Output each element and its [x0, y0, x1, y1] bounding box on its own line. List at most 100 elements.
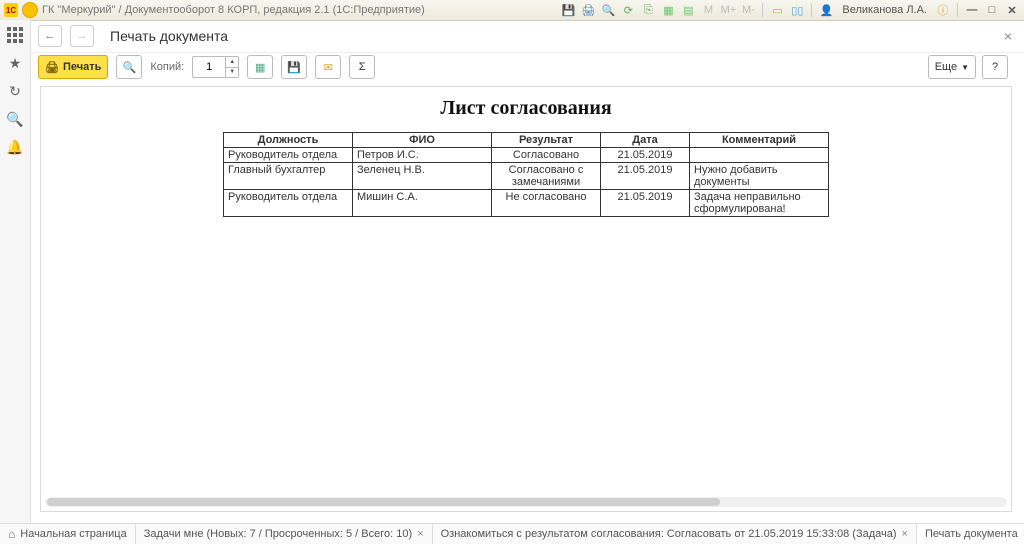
col-comment: Комментарий [690, 133, 829, 148]
cell-date: 21.05.2019 [601, 148, 690, 163]
title-bar: 1C ГК "Меркурий" / Документооборот 8 КОР… [0, 0, 1024, 21]
preview-button[interactable]: 🔍 [116, 55, 142, 79]
cell-fio: Зеленец Н.В. [353, 163, 492, 190]
document-pane: Лист согласования Должность ФИО Результа… [40, 86, 1012, 512]
user-icon: 👤 [818, 2, 834, 18]
print-button-label: Печать [63, 61, 101, 73]
help-button[interactable]: ? [982, 55, 1008, 79]
titlebar-tools: 💾 🖨 🔍 ⟳ ⎘ ▦ ▤ M M+ M- ▭ ▯▯ 👤 Великанова … [560, 2, 1020, 18]
toolbar: 🖨 Печать 🔍 Копий: ▲ ▼ ▦ 💾 ✉ Σ Еще ▼ ? [30, 52, 1016, 82]
table-header-row: Должность ФИО Результат Дата Комментарий [224, 133, 829, 148]
panel-icon[interactable]: ▯▯ [789, 2, 805, 18]
m-minus-icon[interactable]: M- [740, 2, 756, 18]
cell-comment: Задача неправильно сформулирована! [690, 190, 829, 217]
more-button-label: Еще [935, 61, 957, 73]
cell-date: 21.05.2019 [601, 190, 690, 217]
cell-fio: Петров И.С. [353, 148, 492, 163]
nav-back-button[interactable]: ← [38, 25, 62, 47]
tab-print-label: Печать документа [925, 528, 1018, 540]
tab-tasks[interactable]: Задачи мне (Новых: 7 / Просроченных: 5 /… [136, 524, 433, 544]
table-row: Руководитель отдела Петров И.С. Согласов… [224, 148, 829, 163]
cell-fio: Мишин С.А. [353, 190, 492, 217]
link-icon[interactable]: ⎘ [640, 2, 656, 18]
cell-result: Не согласовано [492, 190, 601, 217]
approval-table: Должность ФИО Результат Дата Комментарий… [223, 132, 829, 217]
cell-date: 21.05.2019 [601, 163, 690, 190]
table-settings-icon: ▦ [255, 61, 265, 74]
page-close-button[interactable]: × [1000, 28, 1016, 44]
refresh-icon[interactable]: ⟳ [620, 2, 636, 18]
cell-result: Согласовано с замечаниями [492, 163, 601, 190]
copies-spinner[interactable]: ▲ ▼ [226, 56, 239, 78]
m-icon[interactable]: M [700, 2, 716, 18]
copies-label: Копий: [150, 61, 184, 73]
history-icon[interactable]: ↻ [6, 82, 24, 100]
window-tabs: ⌂ Начальная страница Задачи мне (Новых: … [0, 523, 1024, 544]
cell-result: Согласовано [492, 148, 601, 163]
close-button[interactable]: ✕ [1004, 3, 1020, 17]
sections-grid-icon[interactable] [6, 26, 24, 44]
tab-print[interactable]: Печать документа × [917, 524, 1024, 544]
col-result: Результат [492, 133, 601, 148]
cell-position: Руководитель отдела [224, 148, 353, 163]
search-icon[interactable]: 🔍 [6, 110, 24, 128]
col-fio: ФИО [353, 133, 492, 148]
page-title: Печать документа [110, 28, 228, 44]
page-header: ← → Печать документа × [30, 20, 1024, 53]
magnifier-icon: 🔍 [123, 61, 137, 74]
cell-position: Главный бухгалтер [224, 163, 353, 190]
tab-home-label: Начальная страница [20, 528, 126, 540]
app-logo-icon: 1C [4, 3, 18, 17]
table-row: Главный бухгалтер Зеленец Н.В. Согласова… [224, 163, 829, 190]
horizontal-scrollbar[interactable] [45, 497, 1007, 507]
col-position: Должность [224, 133, 353, 148]
maximize-button[interactable]: □ [984, 3, 1000, 17]
info-icon[interactable]: ⓘ [935, 2, 951, 18]
scrollbar-thumb[interactable] [47, 498, 720, 506]
chevron-down-icon: ▼ [961, 63, 969, 72]
document-title: Лист согласования [51, 97, 1001, 120]
sidebar: ★ ↻ 🔍 🔔 [0, 20, 31, 524]
tab-review-label: Ознакомиться с результатом согласования:… [441, 528, 897, 540]
help-icon: ? [992, 61, 998, 73]
cell-position: Руководитель отдела [224, 190, 353, 217]
tab-review[interactable]: Ознакомиться с результатом согласования:… [433, 524, 917, 544]
m-plus-icon[interactable]: M+ [720, 2, 736, 18]
calendar-icon[interactable]: ▤ [680, 2, 696, 18]
notifications-icon[interactable]: 🔔 [6, 138, 24, 156]
favorites-icon[interactable]: ★ [6, 54, 24, 72]
chevron-down-icon[interactable]: ▼ [226, 68, 238, 78]
sum-button[interactable]: Σ [349, 55, 375, 79]
cell-comment: Нужно добавить документы [690, 163, 829, 190]
chevron-up-icon[interactable]: ▲ [226, 57, 238, 68]
app-circle-icon [22, 2, 38, 18]
diskette-icon: 💾 [287, 61, 301, 74]
app-title: ГК "Меркурий" / Документооборот 8 КОРП, … [42, 4, 425, 16]
print-icon[interactable]: 🖨 [580, 2, 596, 18]
more-button[interactable]: Еще ▼ [928, 55, 976, 79]
tab-close-icon[interactable]: × [417, 528, 423, 540]
home-icon: ⌂ [8, 527, 15, 541]
col-date: Дата [601, 133, 690, 148]
calc-icon[interactable]: ▦ [660, 2, 676, 18]
table-row: Руководитель отдела Мишин С.А. Не соглас… [224, 190, 829, 217]
settings-button[interactable]: ▦ [247, 55, 273, 79]
document-scroll[interactable]: Лист согласования Должность ФИО Результа… [41, 87, 1011, 501]
tab-tasks-label: Задачи мне (Новых: 7 / Просроченных: 5 /… [144, 528, 412, 540]
minimize-button[interactable]: — [964, 3, 980, 17]
tab-home[interactable]: ⌂ Начальная страница [0, 524, 136, 544]
save-icon[interactable]: 💾 [560, 2, 576, 18]
sigma-icon: Σ [359, 61, 366, 73]
copies-input[interactable] [192, 56, 226, 78]
username-label: Великанова Л.А. [842, 4, 927, 16]
tab-close-icon[interactable]: × [902, 528, 908, 540]
envelope-icon: ✉ [324, 61, 333, 74]
window-list-icon[interactable]: ▭ [769, 2, 785, 18]
send-mail-button[interactable]: ✉ [315, 55, 341, 79]
nav-forward-button[interactable]: → [70, 25, 94, 47]
printer-icon: 🖨 [45, 61, 59, 74]
cell-comment [690, 148, 829, 163]
print-button[interactable]: 🖨 Печать [38, 55, 108, 79]
preview-icon[interactable]: 🔍 [600, 2, 616, 18]
save-file-button[interactable]: 💾 [281, 55, 307, 79]
